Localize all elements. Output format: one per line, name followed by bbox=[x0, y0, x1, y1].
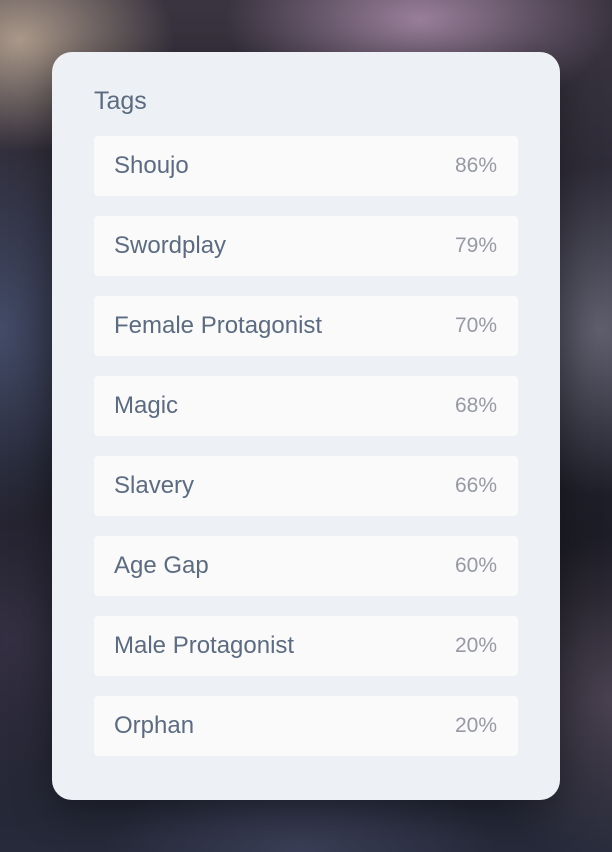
tag-name: Swordplay bbox=[114, 232, 227, 259]
tag-percent: 20% bbox=[454, 634, 497, 657]
tag-name: Shoujo bbox=[114, 152, 189, 179]
tag-row[interactable]: Age Gap 60% bbox=[94, 536, 518, 596]
tag-name: Age Gap bbox=[114, 552, 209, 579]
tag-name: Orphan bbox=[114, 712, 195, 739]
tag-percent: 86% bbox=[454, 154, 497, 177]
tag-name: Female Protagonist bbox=[114, 312, 323, 339]
tags-card: Tags Shoujo 86% Swordplay 79% Female Pro… bbox=[52, 52, 560, 800]
tag-percent: 20% bbox=[454, 714, 497, 737]
tag-percent: 66% bbox=[454, 474, 497, 497]
tag-row[interactable]: Slavery 66% bbox=[94, 456, 518, 516]
tag-row[interactable]: Magic 68% bbox=[94, 376, 518, 436]
tag-name: Magic bbox=[114, 392, 179, 419]
tag-row[interactable]: Male Protagonist 20% bbox=[94, 616, 518, 676]
tag-list: Shoujo 86% Swordplay 79% Female Protagon… bbox=[94, 136, 518, 756]
card-title: Tags bbox=[94, 87, 147, 115]
tag-row[interactable]: Female Protagonist 70% bbox=[94, 296, 518, 356]
tag-name: Slavery bbox=[114, 472, 195, 499]
tag-name: Male Protagonist bbox=[114, 632, 295, 659]
tag-row[interactable]: Swordplay 79% bbox=[94, 216, 518, 276]
tag-percent: 68% bbox=[454, 394, 497, 417]
tag-row[interactable]: Orphan 20% bbox=[94, 696, 518, 756]
tag-percent: 60% bbox=[454, 554, 497, 577]
tag-row[interactable]: Shoujo 86% bbox=[94, 136, 518, 196]
tag-percent: 70% bbox=[454, 314, 497, 337]
tag-percent: 79% bbox=[454, 234, 497, 257]
